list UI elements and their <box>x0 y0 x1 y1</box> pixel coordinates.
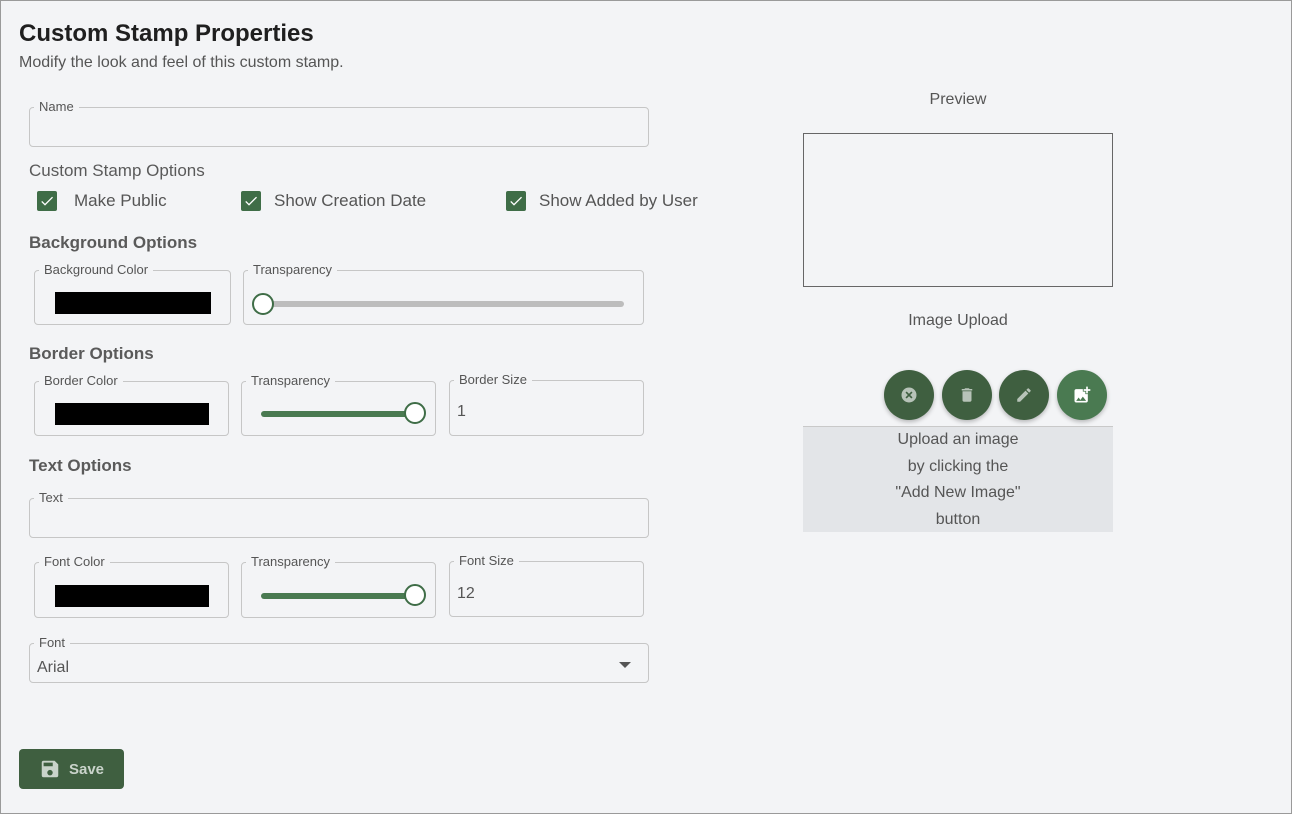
upload-message-line: button <box>935 510 981 528</box>
checkbox-checked-icon[interactable] <box>37 191 57 211</box>
border-color-swatch[interactable] <box>55 403 209 425</box>
image-upload-label: Image Upload <box>908 312 1008 329</box>
border-transparency-field[interactable]: Transparency <box>241 373 436 436</box>
font-color-swatch[interactable] <box>55 585 209 607</box>
font-select-value: Arial <box>37 659 70 676</box>
pencil-icon <box>1017 388 1031 402</box>
name-field[interactable]: Name <box>29 99 649 147</box>
page-subtitle: Modify the look and feel of this custom … <box>19 54 344 71</box>
save-button[interactable]: Save <box>19 749 124 789</box>
delete-image-button[interactable] <box>942 370 992 420</box>
border-color-field[interactable]: Border Color <box>34 373 229 436</box>
cancel-icon <box>901 387 917 403</box>
border-size-label: Border Size <box>459 372 527 387</box>
font-transparency-field[interactable]: Transparency <box>241 554 436 618</box>
text-input[interactable] <box>37 518 637 536</box>
border-transparency-track[interactable] <box>261 411 416 417</box>
background-color-swatch[interactable] <box>55 292 211 314</box>
border-transparency-label: Transparency <box>251 373 330 388</box>
font-size-input[interactable] <box>457 585 627 603</box>
stamp-options-label: Custom Stamp Options <box>29 161 205 180</box>
text-field-label: Text <box>39 490 63 505</box>
floppy-disk-icon <box>41 760 59 778</box>
font-transparency-label: Transparency <box>251 554 330 569</box>
preview-label: Preview <box>929 91 987 108</box>
text-options-heading: Text Options <box>29 456 132 475</box>
background-transparency-thumb[interactable] <box>252 293 274 315</box>
background-transparency-label: Transparency <box>253 262 332 277</box>
image-upload-dropzone[interactable]: Upload an image by clicking the "Add New… <box>803 426 1113 532</box>
add-image-icon <box>1074 386 1091 403</box>
upload-message-line: Upload an image <box>897 431 1019 448</box>
name-input[interactable] <box>37 127 637 145</box>
background-transparency-field[interactable]: Transparency <box>243 262 644 325</box>
font-transparency-track[interactable] <box>261 593 416 599</box>
checkbox-checked-icon[interactable] <box>241 191 261 211</box>
add-new-image-button[interactable] <box>1057 370 1107 420</box>
show-added-by-user-label: Show Added by User <box>539 191 698 210</box>
font-select[interactable]: Font Arial <box>29 635 649 683</box>
background-color-label: Background Color <box>44 262 149 277</box>
font-color-field[interactable]: Font Color <box>34 554 229 618</box>
stamp-preview <box>803 133 1113 287</box>
save-button-label: Save <box>68 760 105 778</box>
show-creation-date-checkbox[interactable]: Show Creation Date <box>241 191 426 211</box>
checkbox-checked-icon[interactable] <box>506 191 526 211</box>
show-added-by-user-checkbox[interactable]: Show Added by User <box>506 191 698 211</box>
border-options-heading: Border Options <box>29 344 154 363</box>
upload-message-line: by clicking the <box>907 457 1009 475</box>
page-title: Custom Stamp Properties <box>19 20 314 47</box>
background-transparency-track[interactable] <box>263 301 624 307</box>
show-creation-date-label: Show Creation Date <box>274 191 427 210</box>
font-transparency-thumb[interactable] <box>404 584 426 606</box>
font-select-label: Font <box>39 635 66 650</box>
trash-icon <box>961 388 973 402</box>
upload-message-line: "Add New Image" <box>895 484 1021 501</box>
name-field-label: Name <box>39 99 74 114</box>
font-size-field[interactable]: Font Size <box>449 553 644 617</box>
border-transparency-thumb[interactable] <box>404 402 426 424</box>
edit-image-button[interactable] <box>999 370 1049 420</box>
font-color-label: Font Color <box>44 554 105 569</box>
border-color-label: Border Color <box>44 373 118 388</box>
background-options-heading: Background Options <box>29 233 198 252</box>
text-field[interactable]: Text <box>29 490 649 538</box>
background-color-field[interactable]: Background Color <box>34 262 231 325</box>
make-public-checkbox[interactable]: Make Public <box>37 191 167 211</box>
make-public-label: Make Public <box>74 191 167 210</box>
border-size-input[interactable] <box>457 403 627 421</box>
border-size-field[interactable]: Border Size <box>449 372 644 436</box>
font-size-label: Font Size <box>459 553 514 568</box>
cancel-image-button[interactable] <box>884 370 934 420</box>
chevron-down-icon[interactable] <box>618 661 632 669</box>
